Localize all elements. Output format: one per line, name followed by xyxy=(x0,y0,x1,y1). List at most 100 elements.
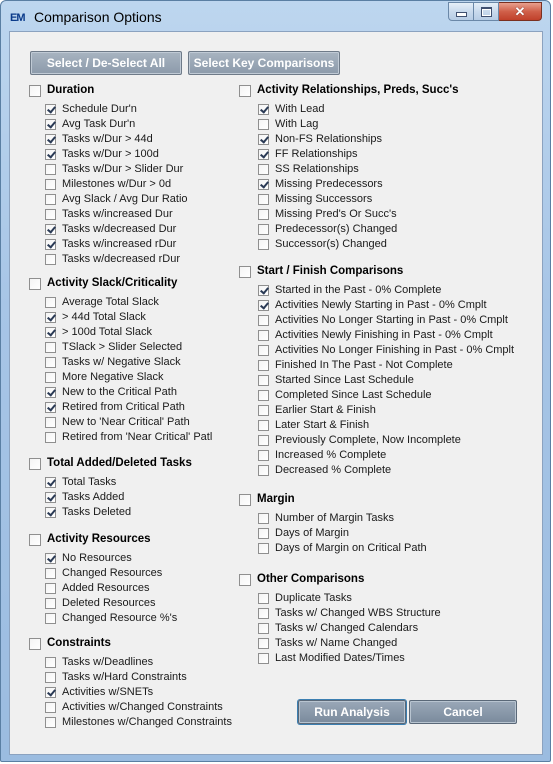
option-start-finish-1-row[interactable]: Activities Newly Starting in Past - 0% C… xyxy=(258,298,487,313)
close-button[interactable]: ✕ xyxy=(499,2,542,21)
option-duration-8-row[interactable]: Tasks w/decreased Dur xyxy=(45,222,176,237)
option-duration-1-checkbox[interactable] xyxy=(45,119,56,130)
option-activity-slack-8-checkbox[interactable] xyxy=(45,417,56,428)
group-margin-row[interactable]: Margin xyxy=(239,492,295,507)
option-total-added-deleted-1-checkbox[interactable] xyxy=(45,492,56,503)
option-other-0-row[interactable]: Duplicate Tasks xyxy=(258,591,352,606)
group-relationships-checkbox[interactable] xyxy=(239,84,251,97)
option-duration-0-checkbox[interactable] xyxy=(45,104,56,115)
option-activity-slack-4-checkbox[interactable] xyxy=(45,357,56,368)
option-relationships-4-row[interactable]: SS Relationships xyxy=(258,162,359,177)
option-relationships-5-row[interactable]: Missing Predecessors xyxy=(258,177,383,192)
option-activity-slack-9-checkbox[interactable] xyxy=(45,432,56,443)
option-start-finish-0-checkbox[interactable] xyxy=(258,285,269,296)
option-start-finish-10-row[interactable]: Previously Complete, Now Incomplete xyxy=(258,433,461,448)
option-activity-resources-4-row[interactable]: Changed Resource %'s xyxy=(45,611,177,626)
group-other-checkbox[interactable] xyxy=(239,573,251,586)
option-constraints-3-checkbox[interactable] xyxy=(45,702,56,713)
option-start-finish-12-row[interactable]: Decreased % Complete xyxy=(258,463,391,478)
option-activity-resources-0-row[interactable]: No Resources xyxy=(45,551,132,566)
option-start-finish-11-checkbox[interactable] xyxy=(258,450,269,461)
option-activity-slack-7-row[interactable]: Retired from Critical Path xyxy=(45,400,185,415)
group-total-added-deleted-checkbox[interactable] xyxy=(29,457,41,470)
option-other-2-checkbox[interactable] xyxy=(258,623,269,634)
option-margin-2-row[interactable]: Days of Margin on Critical Path xyxy=(258,541,427,556)
option-total-added-deleted-0-row[interactable]: Total Tasks xyxy=(45,475,116,490)
option-duration-5-checkbox[interactable] xyxy=(45,179,56,190)
option-activity-resources-2-row[interactable]: Added Resources xyxy=(45,581,149,596)
option-activity-slack-2-checkbox[interactable] xyxy=(45,327,56,338)
option-total-added-deleted-0-checkbox[interactable] xyxy=(45,477,56,488)
option-activity-slack-8-row[interactable]: New to 'Near Critical' Path xyxy=(45,415,190,430)
title-bar[interactable]: EM Comparison Options ✕ xyxy=(1,1,550,31)
option-other-3-row[interactable]: Tasks w/ Name Changed xyxy=(258,636,397,651)
option-start-finish-6-row[interactable]: Started Since Last Schedule xyxy=(258,373,414,388)
option-start-finish-4-checkbox[interactable] xyxy=(258,345,269,356)
option-start-finish-9-checkbox[interactable] xyxy=(258,420,269,431)
option-activity-resources-4-checkbox[interactable] xyxy=(45,613,56,624)
group-margin-checkbox[interactable] xyxy=(239,493,251,506)
option-relationships-1-checkbox[interactable] xyxy=(258,119,269,130)
option-other-3-checkbox[interactable] xyxy=(258,638,269,649)
option-relationships-6-checkbox[interactable] xyxy=(258,194,269,205)
maximize-button[interactable] xyxy=(474,2,499,21)
option-margin-0-row[interactable]: Number of Margin Tasks xyxy=(258,511,394,526)
option-activity-slack-7-checkbox[interactable] xyxy=(45,402,56,413)
option-activity-slack-2-row[interactable]: > 100d Total Slack xyxy=(45,325,152,340)
group-constraints-checkbox[interactable] xyxy=(29,637,41,650)
option-relationships-7-checkbox[interactable] xyxy=(258,209,269,220)
option-activity-resources-1-checkbox[interactable] xyxy=(45,568,56,579)
option-activity-resources-1-row[interactable]: Changed Resources xyxy=(45,566,162,581)
option-other-1-row[interactable]: Tasks w/ Changed WBS Structure xyxy=(258,606,441,621)
option-relationships-3-row[interactable]: FF Relationships xyxy=(258,147,358,162)
option-activity-slack-9-row[interactable]: Retired from 'Near Critical' Patl xyxy=(45,430,212,445)
option-start-finish-2-row[interactable]: Activities No Longer Starting in Past - … xyxy=(258,313,508,328)
option-activity-slack-3-checkbox[interactable] xyxy=(45,342,56,353)
option-constraints-1-row[interactable]: Tasks w/Hard Constraints xyxy=(45,670,187,685)
group-activity-resources-row[interactable]: Activity Resources xyxy=(29,532,151,547)
option-activity-slack-6-row[interactable]: New to the Critical Path xyxy=(45,385,177,400)
group-start-finish-row[interactable]: Start / Finish Comparisons xyxy=(239,264,403,279)
option-duration-8-checkbox[interactable] xyxy=(45,224,56,235)
option-start-finish-0-row[interactable]: Started in the Past - 0% Complete xyxy=(258,283,441,298)
option-duration-10-row[interactable]: Tasks w/decreased rDur xyxy=(45,252,180,267)
group-duration-checkbox[interactable] xyxy=(29,84,41,97)
option-constraints-4-row[interactable]: Milestones w/Changed Constraints xyxy=(45,715,232,730)
option-start-finish-5-checkbox[interactable] xyxy=(258,360,269,371)
option-start-finish-7-row[interactable]: Completed Since Last Schedule xyxy=(258,388,432,403)
option-duration-0-row[interactable]: Schedule Dur'n xyxy=(45,102,137,117)
option-relationships-7-row[interactable]: Missing Pred's Or Succ's xyxy=(258,207,397,222)
option-activity-slack-6-checkbox[interactable] xyxy=(45,387,56,398)
option-duration-4-checkbox[interactable] xyxy=(45,164,56,175)
option-activity-slack-5-checkbox[interactable] xyxy=(45,372,56,383)
cancel-button[interactable]: Cancel xyxy=(409,700,517,724)
option-constraints-0-checkbox[interactable] xyxy=(45,657,56,668)
option-other-0-checkbox[interactable] xyxy=(258,593,269,604)
option-margin-2-checkbox[interactable] xyxy=(258,543,269,554)
option-other-4-row[interactable]: Last Modified Dates/Times xyxy=(258,651,405,666)
option-duration-7-checkbox[interactable] xyxy=(45,209,56,220)
option-duration-4-row[interactable]: Tasks w/Dur > Slider Dur xyxy=(45,162,183,177)
run-analysis-button[interactable]: Run Analysis xyxy=(298,700,406,724)
option-duration-1-row[interactable]: Avg Task Dur'n xyxy=(45,117,135,132)
option-activity-resources-2-checkbox[interactable] xyxy=(45,583,56,594)
minimize-button[interactable] xyxy=(448,2,474,21)
option-activity-slack-0-checkbox[interactable] xyxy=(45,297,56,308)
option-duration-10-checkbox[interactable] xyxy=(45,254,56,265)
option-relationships-5-checkbox[interactable] xyxy=(258,179,269,190)
option-duration-9-row[interactable]: Tasks w/increased rDur xyxy=(45,237,176,252)
option-activity-slack-0-row[interactable]: Average Total Slack xyxy=(45,295,159,310)
option-duration-6-checkbox[interactable] xyxy=(45,194,56,205)
option-relationships-4-checkbox[interactable] xyxy=(258,164,269,175)
option-start-finish-8-checkbox[interactable] xyxy=(258,405,269,416)
option-constraints-0-row[interactable]: Tasks w/Deadlines xyxy=(45,655,153,670)
option-total-added-deleted-1-row[interactable]: Tasks Added xyxy=(45,490,124,505)
option-activity-slack-1-checkbox[interactable] xyxy=(45,312,56,323)
option-other-2-row[interactable]: Tasks w/ Changed Calendars xyxy=(258,621,418,636)
option-relationships-9-checkbox[interactable] xyxy=(258,239,269,250)
option-start-finish-9-row[interactable]: Later Start & Finish xyxy=(258,418,369,433)
option-other-1-checkbox[interactable] xyxy=(258,608,269,619)
option-total-added-deleted-2-row[interactable]: Tasks Deleted xyxy=(45,505,131,520)
option-activity-resources-3-checkbox[interactable] xyxy=(45,598,56,609)
option-start-finish-1-checkbox[interactable] xyxy=(258,300,269,311)
